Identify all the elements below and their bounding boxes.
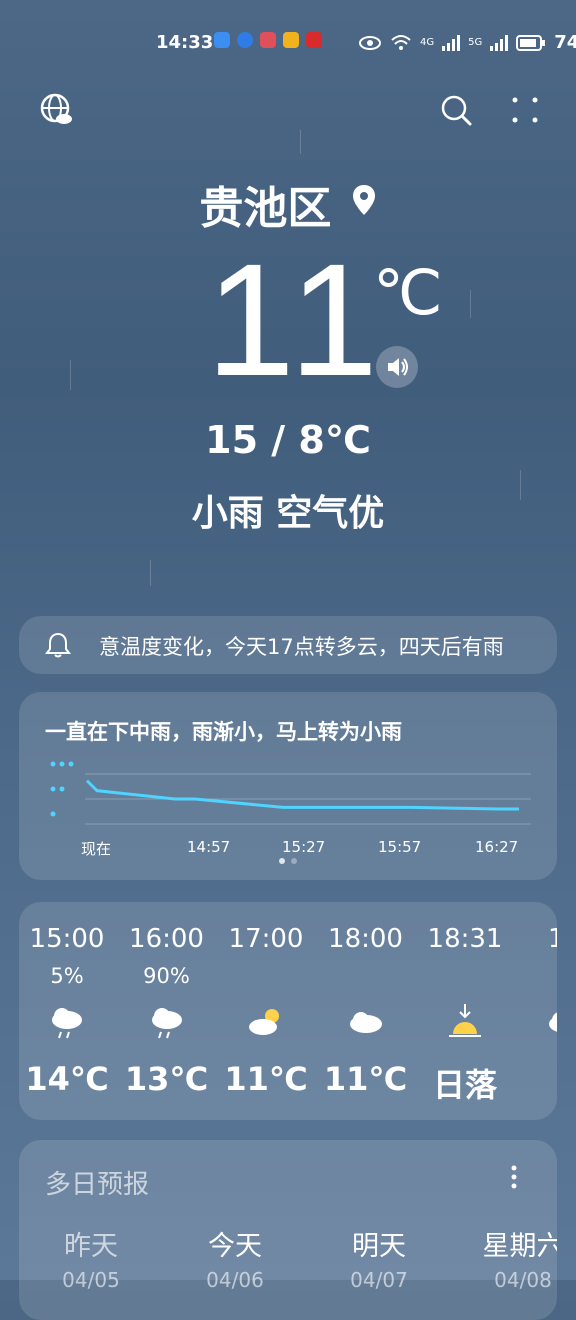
rain-cloud-icon: [151, 1008, 182, 1039]
status-right: 4G 5G 74%: [358, 32, 576, 53]
temperature-range: 15 / 8℃: [205, 418, 371, 462]
cloud-app-icon: [214, 32, 230, 48]
temperature-unit: ℃: [373, 259, 443, 328]
news-app-icon: [306, 32, 322, 48]
rain-streak: [300, 130, 301, 154]
eye-icon: [359, 35, 381, 50]
rain-streak: [150, 560, 151, 586]
rain-streak: [70, 360, 71, 390]
hour-time: 18:00: [328, 924, 403, 954]
cloud-icon: [548, 1012, 557, 1032]
day-date: 04/06: [206, 1268, 264, 1292]
rain-streak: [470, 290, 471, 318]
more-dots-icon: [512, 97, 538, 123]
chart-tick: 15:27: [282, 838, 326, 856]
alert-text: 意温度变化，今天17点转多云，四天后有雨: [99, 635, 504, 659]
hour-temperature: 1: [515, 1060, 557, 1098]
page-dot: [291, 858, 297, 864]
more-vertical-icon[interactable]: [509, 1164, 519, 1190]
current-temperature: 11: [206, 230, 385, 409]
voice-broadcast-button[interactable]: [376, 346, 418, 388]
day-date: 04/07: [350, 1268, 408, 1292]
rain-level-icons: [50, 761, 74, 817]
hour-temperature: 11℃: [224, 1060, 308, 1098]
page-dot-active: [279, 858, 285, 864]
precipitation-line: [85, 779, 519, 811]
day-date: 04/08: [494, 1268, 552, 1292]
page-indicator: [279, 858, 297, 864]
location-pin-icon: [352, 185, 375, 215]
chart-tick: 现在: [81, 840, 112, 858]
precipitation-card[interactable]: 一直在下中雨，雨渐小，马上转为小雨 现在 14:57 15:27 15:57 1…: [19, 692, 557, 880]
location-header: 贵池区: [0, 172, 576, 236]
hour-temperature: 11℃: [323, 1060, 408, 1098]
status-bar: 14:33 4G 5G 74%: [0, 30, 576, 58]
daily-title: 多日预报: [45, 1170, 150, 1200]
hour-time: 15:00: [29, 924, 105, 954]
hour-temperature: 日落: [432, 1066, 497, 1104]
hour-temperature: 13℃: [124, 1060, 209, 1098]
chart-tick: 16:27: [475, 838, 519, 856]
hour-temperature: 14℃: [25, 1060, 109, 1098]
shield-app-icon: [283, 32, 299, 48]
partly-sunny-icon: [249, 1009, 279, 1035]
bell-icon: [45, 632, 71, 658]
signal-icon: [490, 34, 509, 51]
hour-time: 19: [547, 924, 557, 954]
network-type-2: 5G: [468, 37, 483, 48]
battery-percent: 74%: [554, 32, 576, 53]
hour-time: 17:00: [228, 924, 304, 954]
weather-condition: 小雨 空气优: [191, 493, 385, 534]
more-button[interactable]: [505, 90, 545, 130]
speaker-icon: [388, 358, 408, 376]
rain-cloud-icon: [52, 1008, 82, 1039]
bulb-app-icon: [237, 32, 253, 48]
battery-icon: [516, 34, 546, 51]
day-date: 04/05: [62, 1268, 120, 1292]
precipitation-headline: 一直在下中雨，雨渐小，马上转为小雨: [45, 720, 402, 744]
day-label: 今天: [208, 1231, 262, 1262]
search-button[interactable]: [436, 90, 476, 130]
day-label: 昨天: [64, 1231, 118, 1262]
hour-time: 16:00: [129, 924, 204, 954]
cloud-icon: [349, 1012, 382, 1033]
status-time: 14:33: [156, 32, 214, 53]
globe-cloud-icon: [40, 93, 72, 124]
precipitation-chart: [50, 761, 531, 825]
signal-icon: [442, 34, 461, 51]
precip-probability: 90%: [143, 964, 190, 988]
chart-tick: 14:57: [187, 838, 231, 856]
search-icon: [441, 95, 472, 126]
network-type-1: 4G: [420, 37, 435, 48]
hourly-forecast[interactable]: 15:00 5% 14℃ 16:00 90% 13℃ 17:00 11℃ 18:00 11℃ 18:…: [19, 902, 557, 1120]
book-app-icon: [260, 32, 276, 48]
day-label: 明天: [352, 1231, 406, 1262]
sunset-icon: [449, 1004, 481, 1037]
location-name: 贵池区: [199, 183, 332, 234]
wifi-icon: [391, 34, 411, 50]
day-label: 星期六: [482, 1231, 558, 1262]
precip-probability: 5%: [50, 964, 84, 988]
daily-forecast[interactable]: 多日预报 昨天 04/05 今天 04/06 明天 04/07 星期六 04/0…: [19, 1140, 557, 1320]
city-manage-button[interactable]: [38, 90, 78, 130]
notification-icons: [214, 32, 322, 48]
weather-alert-banner[interactable]: 意温度变化，今天17点转多云，四天后有雨: [19, 616, 557, 674]
chart-tick: 15:57: [378, 838, 422, 856]
hour-time: 18:31: [427, 924, 503, 954]
